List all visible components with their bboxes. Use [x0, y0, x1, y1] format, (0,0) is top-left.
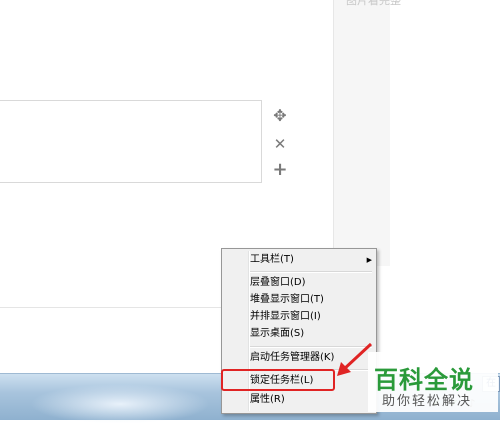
menu-item-label: 属性(R)	[250, 394, 285, 405]
menu-item-toolbars[interactable]: 工具栏(T) ▶	[250, 252, 372, 268]
menu-item-label: 并排显示窗口(I)	[250, 311, 321, 322]
menu-item-side-by-side[interactable]: 并排显示窗口(I)	[250, 309, 370, 325]
menu-item-label: 显示桌面(S)	[250, 328, 305, 339]
text-input-box[interactable]	[0, 100, 262, 183]
plus-icon[interactable]: +	[272, 161, 288, 179]
menu-item-stacked[interactable]: 堆叠显示窗口(T)	[250, 292, 370, 308]
watermark-subtitle: 助你轻松解决	[382, 394, 473, 409]
menu-item-label: 工具栏(T)	[250, 254, 294, 265]
menu-separator	[250, 271, 372, 273]
menu-item-label: 启动任务管理器(K)	[250, 352, 335, 363]
highlight-box	[221, 369, 335, 391]
menu-item-label: 堆叠显示窗口(T)	[250, 294, 324, 305]
right-side-panel: 图片看完整	[333, 0, 401, 266]
menu-item-properties[interactable]: 属性(R)	[250, 392, 370, 408]
taskbar-background-swirl	[30, 384, 210, 424]
close-icon[interactable]: ✕	[272, 136, 288, 152]
divider	[0, 307, 240, 308]
watermark: 百科全说 助你轻松解决	[368, 352, 498, 412]
menu-item-cascade[interactable]: 层叠窗口(D)	[250, 275, 370, 291]
menu-item-label: 层叠窗口(D)	[250, 277, 306, 288]
faded-panel-text: 图片看完整	[346, 0, 401, 7]
submenu-arrow-icon: ▶	[366, 256, 372, 264]
move-icon[interactable]: ✥	[272, 108, 288, 124]
